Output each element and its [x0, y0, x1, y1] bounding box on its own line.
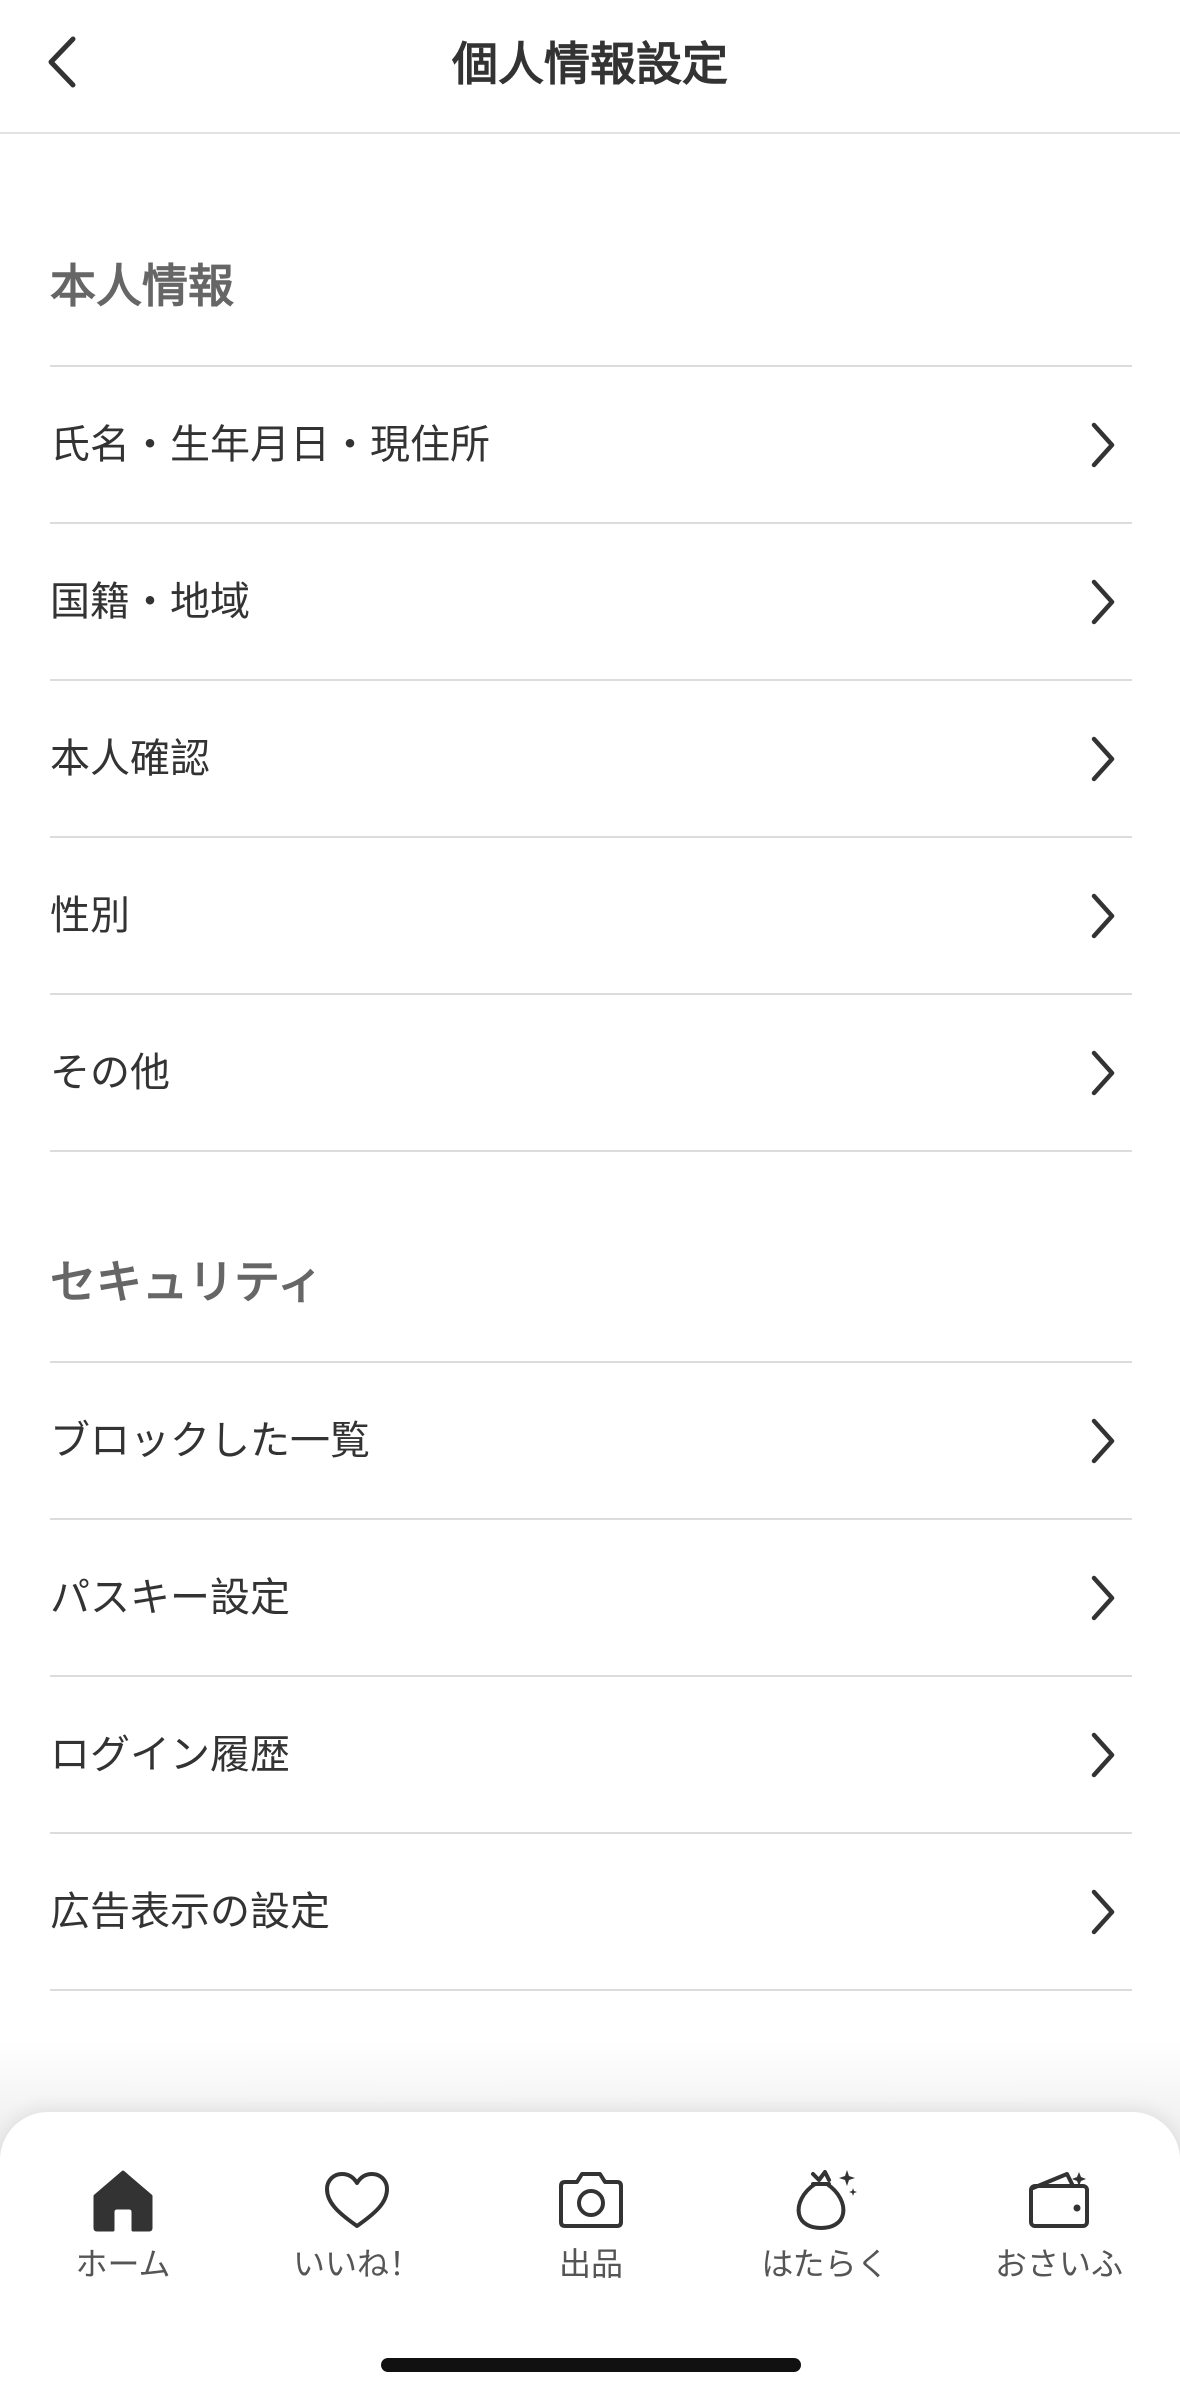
chevron-right-icon [1091, 736, 1115, 781]
tab-label: ホーム [75, 2245, 171, 2283]
list-item-identity-verification[interactable]: 本人確認 [50, 679, 1132, 836]
list-item-label: 氏名・生年月日・現住所 [50, 421, 490, 468]
wallet-icon [1029, 2172, 1089, 2228]
heart-icon [325, 2172, 389, 2228]
tab-label: はたらく [761, 2245, 889, 2283]
tab-work[interactable]: はたらく [707, 2162, 943, 2292]
list-item-nationality-region[interactable]: 国籍・地域 [50, 522, 1132, 679]
section-title-personal-info: 本人情報 [50, 259, 234, 313]
section-title-security: セキュリティ [50, 1255, 324, 1309]
tab-likes[interactable]: いいね！ [239, 2162, 475, 2292]
tab-label: いいね！ [292, 2245, 421, 2283]
list-item-passkey-settings[interactable]: パスキー設定 [50, 1518, 1132, 1675]
chevron-right-icon [1091, 1889, 1115, 1934]
list-item-label: 広告表示の設定 [50, 1888, 330, 1935]
list-item-other[interactable]: その他 [50, 993, 1132, 1152]
tab-home[interactable]: ホーム [5, 2162, 241, 2292]
list-item-ad-display-settings[interactable]: 広告表示の設定 [50, 1832, 1132, 1991]
chevron-right-icon [1091, 579, 1115, 624]
chevron-right-icon [1091, 1575, 1115, 1620]
list-item-login-history[interactable]: ログイン履歴 [50, 1675, 1132, 1832]
list-item-gender[interactable]: 性別 [50, 836, 1132, 993]
chevron-right-icon [1091, 422, 1115, 467]
chevron-right-icon [1091, 1732, 1115, 1777]
page-title: 個人情報設定 [452, 37, 728, 91]
bottom-tab-bar: ホーム いいね！ 出品 はたらく おさいふ [0, 2112, 1180, 2396]
chevron-right-icon [1091, 1418, 1115, 1463]
list-item-label: 国籍・地域 [50, 578, 250, 625]
list-item-label: ブロックした一覧 [50, 1417, 370, 1464]
tab-sell[interactable]: 出品 [473, 2162, 709, 2292]
list-item-label: ログイン履歴 [50, 1731, 290, 1778]
list-item-blocked-list[interactable]: ブロックした一覧 [50, 1361, 1132, 1518]
list-item-label: その他 [50, 1049, 170, 1096]
list-item-name-birthdate-address[interactable]: 氏名・生年月日・現住所 [50, 365, 1132, 522]
tab-wallet[interactable]: おさいふ [941, 2162, 1177, 2292]
chevron-right-icon [1091, 893, 1115, 938]
chevron-right-icon [1091, 1050, 1115, 1095]
home-indicator [381, 2358, 801, 2372]
camera-icon [559, 2172, 623, 2228]
tab-label: おさいふ [994, 2245, 1123, 2283]
header: 個人情報設定 [0, 0, 1180, 134]
list-item-label: 本人確認 [50, 735, 210, 782]
personal-info-list: 氏名・生年月日・現住所 国籍・地域 本人確認 性別 その他 [50, 365, 1132, 1152]
tab-label: 出品 [558, 2245, 623, 2283]
home-icon [93, 2170, 153, 2232]
list-item-label: パスキー設定 [50, 1574, 290, 1621]
list-item-label: 性別 [50, 892, 130, 939]
security-list: ブロックした一覧 パスキー設定 ログイン履歴 広告表示の設定 [50, 1361, 1132, 1991]
money-bag-icon [796, 2170, 857, 2230]
